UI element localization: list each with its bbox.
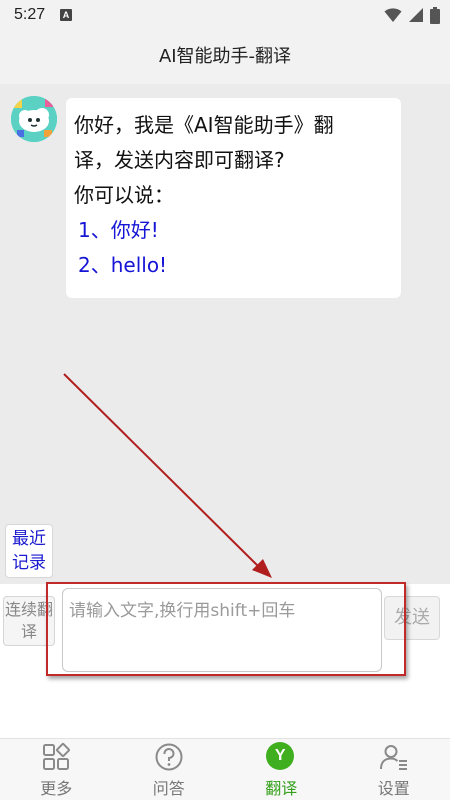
continuous-translate-button[interactable]: 连续翻译	[3, 596, 55, 646]
bot-message-bubble: 你好，我是《AI智能助手》翻 译，发送内容即可翻译? 你可以说： 1、你好! 2…	[66, 98, 401, 298]
nav-label-qa: 问答	[152, 779, 185, 798]
nav-label-translate: 翻译	[265, 779, 298, 798]
recent-records-button[interactable]: 最近记录	[5, 524, 53, 578]
message-input[interactable]	[62, 588, 382, 672]
status-time: 5:27	[14, 6, 46, 23]
wifi-icon	[384, 8, 402, 22]
message-line: 你好，我是《AI智能助手》翻	[74, 113, 334, 137]
translate-icon-letter: Y	[266, 742, 295, 770]
bottom-nav: 更多 问答 Y 翻译 设置	[0, 738, 450, 800]
nav-item-settings[interactable]: 设置	[338, 739, 450, 800]
message-line: 译，发送内容即可翻译?	[74, 148, 285, 172]
page-title: AI智能助手-翻译	[158, 46, 292, 67]
app-notification-icon: A	[60, 9, 72, 21]
grid-icon	[43, 743, 71, 770]
cloud-mascot-icon	[11, 96, 57, 142]
nav-item-translate[interactable]: Y 翻译	[225, 739, 338, 800]
example-link-hello[interactable]: 2、hello!	[74, 248, 393, 283]
battery-icon	[430, 7, 440, 24]
user-settings-icon	[379, 745, 407, 770]
nav-item-more[interactable]: 更多	[0, 739, 113, 800]
input-row: 连续翻译 发送	[0, 584, 450, 738]
send-button[interactable]: 发送	[384, 596, 440, 640]
status-bar: 5:27 A	[0, 0, 450, 32]
signal-icon	[409, 8, 423, 22]
nav-label-settings: 设置	[377, 779, 410, 798]
nav-label-more: 更多	[40, 779, 73, 798]
question-icon	[155, 743, 183, 771]
message-line: 你可以说：	[74, 183, 174, 207]
chat-area[interactable]: 你好，我是《AI智能助手》翻 译，发送内容即可翻译? 你可以说： 1、你好! 2…	[0, 84, 450, 584]
translate-y-icon: Y	[266, 742, 296, 772]
bot-avatar	[11, 96, 57, 142]
title-bar: AI智能助手-翻译	[0, 32, 450, 84]
nav-item-qa[interactable]: 问答	[113, 739, 226, 800]
status-indicators	[384, 7, 440, 24]
example-link-nihao[interactable]: 1、你好!	[74, 213, 393, 248]
